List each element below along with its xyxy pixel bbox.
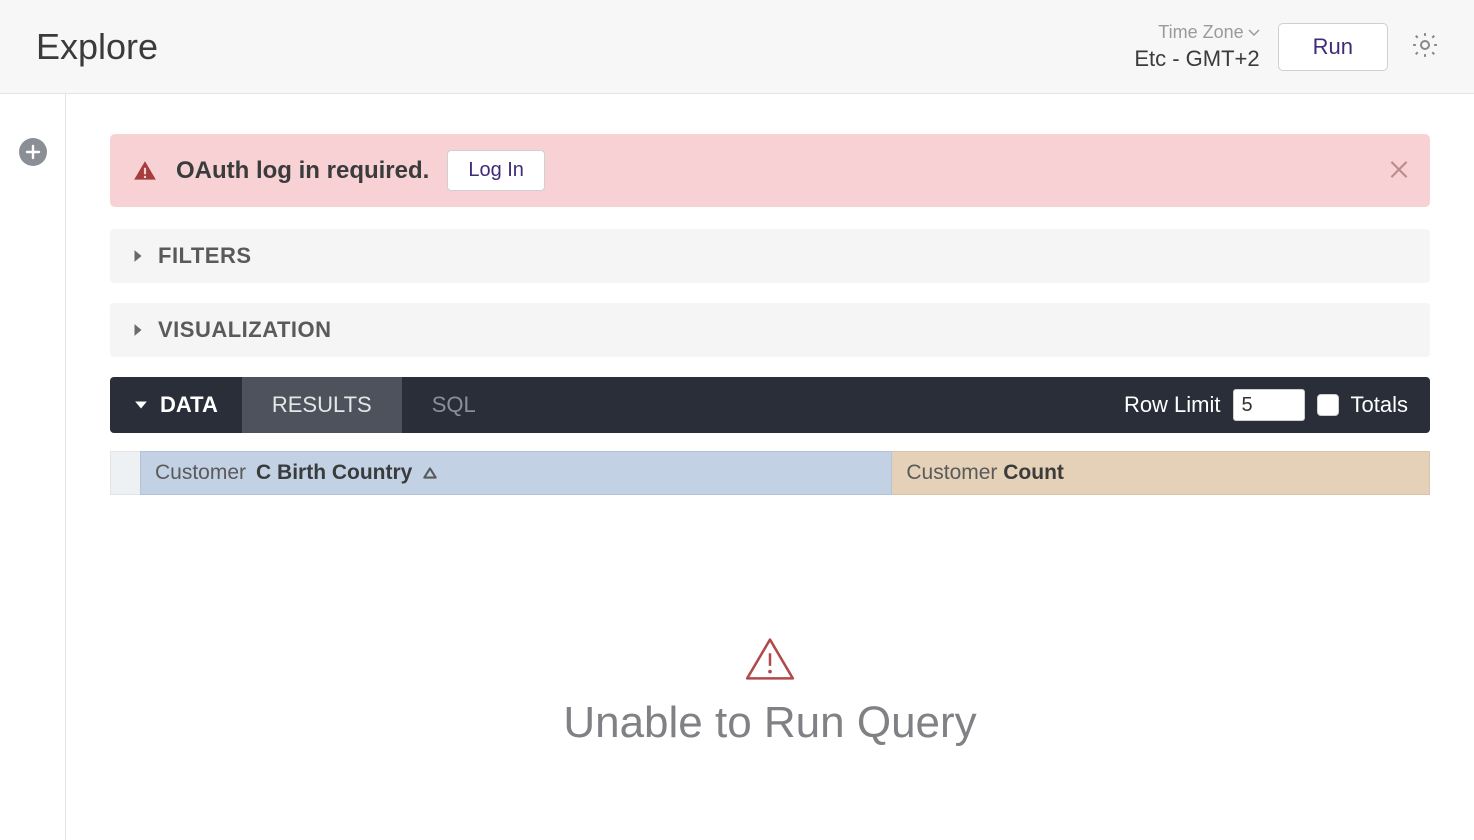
main-content: OAuth log in required. Log In FILTERS VI…	[66, 94, 1474, 840]
measure-column[interactable]: Customer Count	[892, 451, 1430, 495]
timezone-selector[interactable]: Time Zone Etc - GMT+2	[1134, 20, 1259, 73]
measure-prefix: Customer	[906, 461, 997, 485]
top-header: Explore Time Zone Etc - GMT+2 Run	[0, 0, 1474, 94]
chevron-down-icon	[1248, 28, 1260, 38]
body: OAuth log in required. Log In FILTERS VI…	[0, 94, 1474, 840]
tab-data[interactable]: DATA	[110, 377, 242, 433]
login-button[interactable]: Log In	[447, 150, 545, 191]
row-handle[interactable]	[110, 451, 140, 495]
alert-message: OAuth log in required.	[176, 157, 429, 185]
empty-message: Unable to Run Query	[110, 698, 1430, 748]
row-limit-label: Row Limit	[1124, 392, 1221, 418]
filters-panel[interactable]: FILTERS	[110, 229, 1430, 283]
plus-icon	[25, 144, 41, 160]
header-controls: Time Zone Etc - GMT+2 Run	[1134, 20, 1444, 73]
tab-sql[interactable]: SQL	[402, 377, 506, 433]
dimension-field: C Birth Country	[256, 461, 412, 485]
oauth-alert: OAuth log in required. Log In	[110, 134, 1430, 207]
tab-results[interactable]: RESULTS	[242, 377, 402, 433]
totals-label: Totals	[1351, 392, 1408, 418]
data-bar: DATA RESULTS SQL Row Limit Totals	[110, 377, 1430, 433]
caret-right-icon	[132, 323, 144, 337]
dimension-prefix: Customer	[155, 461, 246, 485]
empty-state: Unable to Run Query	[110, 635, 1430, 748]
row-limit-input[interactable]	[1233, 389, 1305, 421]
visualization-label: VISUALIZATION	[158, 317, 332, 343]
sort-asc-icon	[422, 466, 438, 480]
measure-field: Count	[1003, 461, 1064, 485]
gear-icon	[1410, 30, 1440, 60]
timezone-label-text: Time Zone	[1158, 21, 1243, 44]
timezone-label: Time Zone	[1158, 21, 1259, 44]
run-button[interactable]: Run	[1278, 23, 1388, 71]
dimension-column[interactable]: Customer C Birth Country	[140, 451, 892, 495]
caret-right-icon	[132, 249, 144, 263]
warning-icon	[132, 158, 158, 184]
sql-tab-label: SQL	[432, 392, 476, 418]
settings-button[interactable]	[1406, 26, 1444, 67]
results-tab-label: RESULTS	[272, 392, 372, 418]
visualization-panel[interactable]: VISUALIZATION	[110, 303, 1430, 357]
warning-outline-icon	[742, 635, 798, 683]
left-rail	[0, 94, 66, 840]
alert-close-button[interactable]	[1386, 156, 1412, 185]
totals-checkbox[interactable]	[1317, 394, 1339, 416]
data-bar-controls: Row Limit Totals	[1124, 389, 1430, 421]
columns-header: Customer C Birth Country Customer Count	[110, 451, 1430, 495]
close-icon	[1386, 156, 1412, 182]
caret-down-icon	[134, 399, 148, 411]
timezone-value: Etc - GMT+2	[1134, 45, 1259, 73]
add-button[interactable]	[19, 138, 47, 166]
filters-label: FILTERS	[158, 243, 252, 269]
data-tab-label: DATA	[160, 392, 218, 418]
page-title: Explore	[36, 26, 158, 68]
